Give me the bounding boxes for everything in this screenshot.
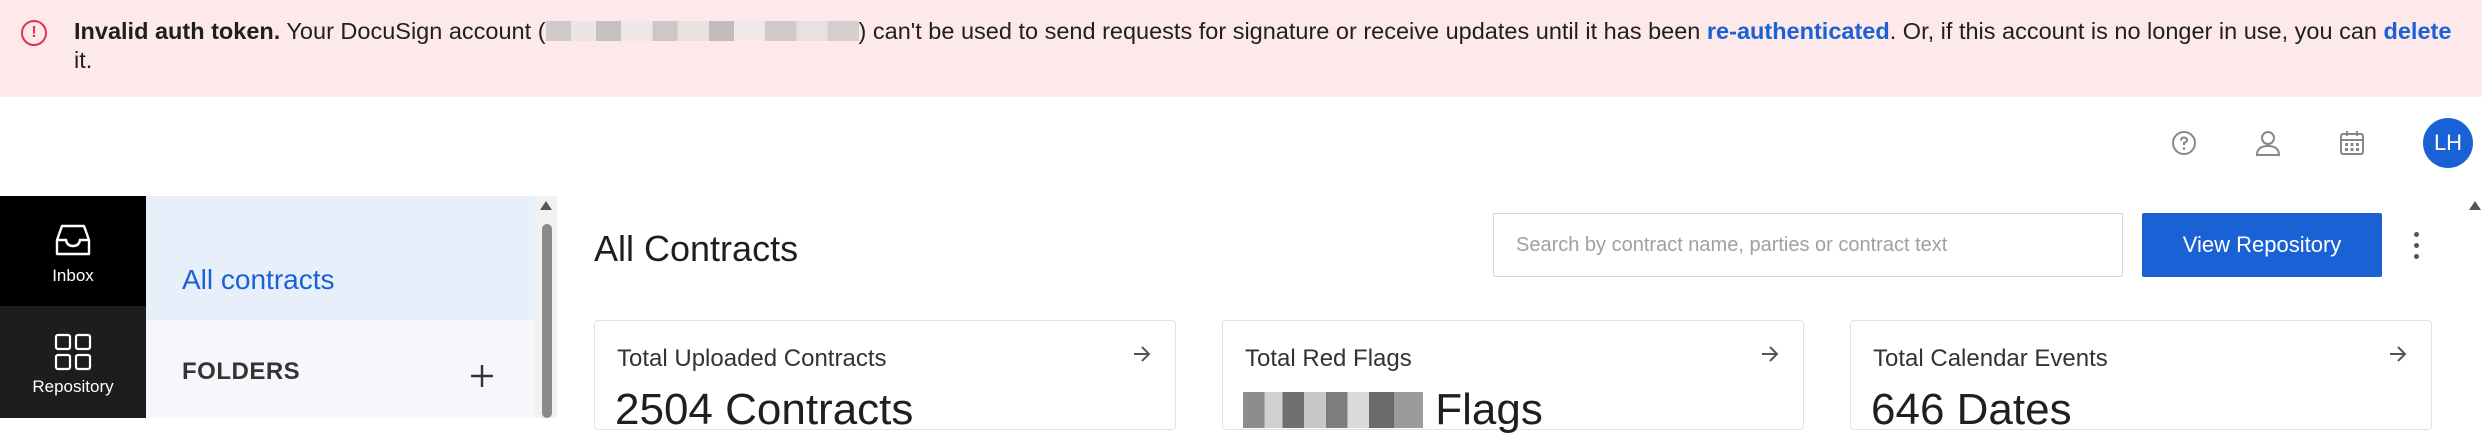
folders-heading: FOLDERS <box>182 358 301 385</box>
page-title: All Contracts <box>594 228 799 269</box>
stat-card-red-flags[interactable]: Total Red Flags Flags <box>1222 320 1804 434</box>
banner-text-before: Your DocuSign account ( <box>280 18 546 44</box>
calendar-button[interactable] <box>2329 120 2375 166</box>
help-circle-icon <box>2172 131 2196 155</box>
error-banner: ! Invalid auth token. Your DocuSign acco… <box>0 0 2482 97</box>
stat-card-label: Total Uploaded Contracts <box>617 345 887 372</box>
sidebar-item-inbox[interactable]: Inbox <box>0 196 146 306</box>
contract-search-input[interactable] <box>1493 213 2123 277</box>
sidebar-item-label: Repository <box>32 377 114 396</box>
stat-card-uploaded-contracts[interactable]: Total Uploaded Contracts 2504 Contracts <box>594 320 1176 434</box>
banner-title: Invalid auth token. <box>74 18 281 44</box>
stat-card-value: 2504 Contracts <box>615 385 914 434</box>
all-contracts-link[interactable]: All contracts <box>146 196 535 320</box>
stat-card-value: 646 Dates <box>1871 385 2072 434</box>
arrow-right-icon <box>1134 346 1151 362</box>
reauthenticate-link[interactable]: re-authenticated <box>1707 18 1890 44</box>
grid-icon <box>54 333 92 371</box>
help-button[interactable] <box>2161 120 2207 166</box>
more-options-button[interactable] <box>2406 226 2428 266</box>
banner-text-middle: ) can't be used to send requests for sig… <box>858 18 1707 44</box>
kebab-icon <box>2414 254 2419 259</box>
stat-card-value: Flags <box>1243 385 1543 435</box>
stat-card-calendar-events[interactable]: Total Calendar Events 646 Dates <box>1850 320 2432 434</box>
plus-icon <box>471 365 493 387</box>
banner-text-end: it. <box>74 47 93 73</box>
view-repository-button[interactable]: View Repository <box>2142 213 2382 277</box>
arrow-right-icon <box>2390 346 2407 362</box>
inbox-icon <box>55 224 91 256</box>
sidebar-item-repository[interactable]: Repository <box>0 306 146 416</box>
profile-button[interactable] <box>2245 120 2291 166</box>
stat-card-label: Total Red Flags <box>1245 345 1412 372</box>
page-scroll-up-arrow-icon[interactable] <box>2469 201 2481 210</box>
user-icon <box>2255 131 2281 156</box>
banner-text-after: . Or, if this account is no longer in us… <box>1889 18 2384 44</box>
sidebar-item-label: Inbox <box>52 266 94 285</box>
redacted-email <box>545 21 859 41</box>
sidebar-nav: Inbox Repository <box>0 196 146 418</box>
scrollbar-thumb[interactable] <box>542 224 552 418</box>
alert-circle-icon: ! <box>21 20 47 46</box>
stat-card-label: Total Calendar Events <box>1873 345 2108 372</box>
arrow-right-icon <box>1762 346 1779 362</box>
scroll-up-arrow-icon[interactable] <box>540 201 552 210</box>
stat-card-value-text: Flags <box>1435 385 1543 434</box>
kebab-icon <box>2414 243 2419 248</box>
banner-message: Invalid auth token. Your DocuSign accoun… <box>74 17 2454 75</box>
add-folder-button[interactable] <box>462 356 502 396</box>
redacted-value <box>1243 392 1423 428</box>
user-avatar[interactable]: LH <box>2423 118 2473 168</box>
delete-link[interactable]: delete <box>2384 18 2452 44</box>
calendar-icon <box>2340 131 2364 155</box>
kebab-icon <box>2414 232 2419 237</box>
